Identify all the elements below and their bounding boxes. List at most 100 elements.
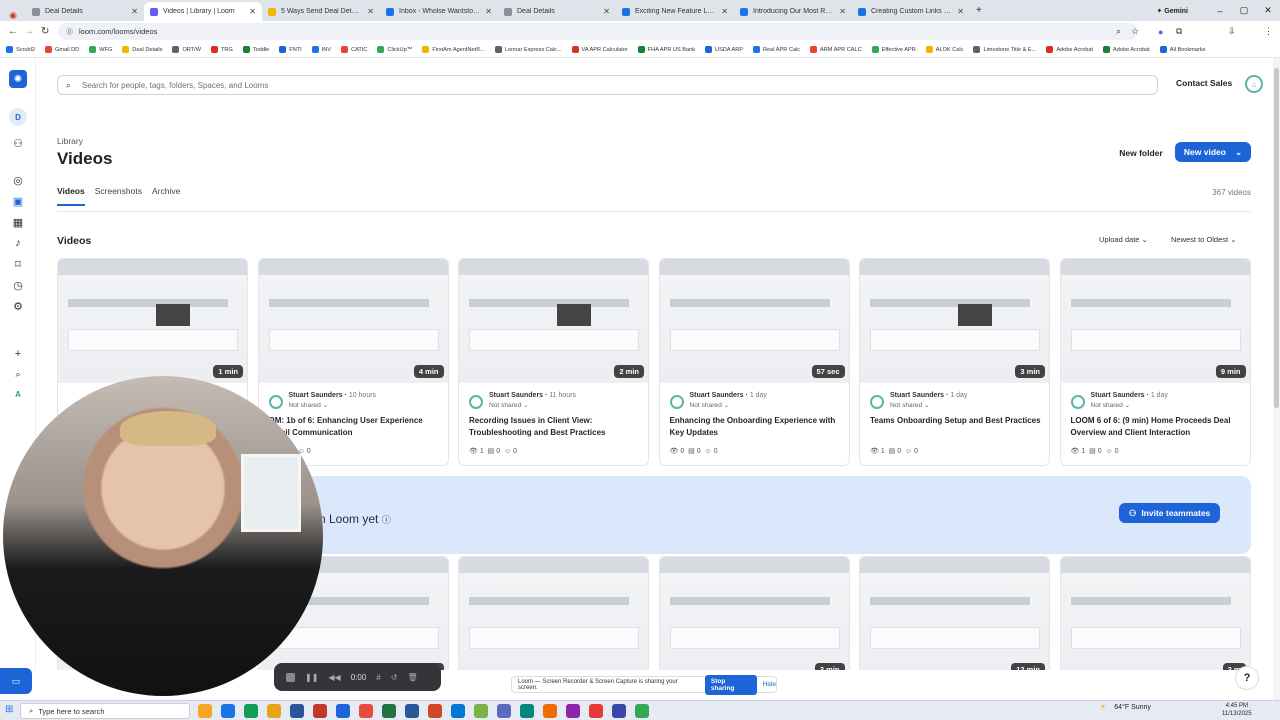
video-thumbnail[interactable]: 9 min (1060, 259, 1250, 383)
reload-icon[interactable]: ↻ (41, 26, 49, 37)
video-card[interactable]: Stuart Saunders (458, 556, 649, 670)
video-title[interactable]: Recording Issues in Client View: Trouble… (469, 415, 644, 439)
profile-icon[interactable]: ◉ (0, 10, 26, 21)
tab-videos[interactable]: Videos (57, 186, 85, 206)
bookmark-item[interactable]: WFG (89, 46, 112, 53)
taskbar-app-icon[interactable] (359, 704, 373, 718)
browser-tab[interactable]: Introducing Our Most Requeste... ✕ (734, 2, 852, 21)
taskbar-app-icon[interactable] (428, 704, 442, 718)
taskbar-app-icon[interactable] (635, 704, 649, 718)
close-tab-icon[interactable]: ✕ (249, 7, 256, 16)
tab-archive[interactable]: Archive (152, 186, 180, 206)
extension-icon[interactable]: ● (1158, 27, 1163, 37)
taskbar-app-icon[interactable] (405, 704, 419, 718)
search-input[interactable]: ⌕ Search for people, tags, folders, Spac… (57, 75, 1158, 95)
video-thumbnail[interactable]: 4 min (258, 259, 448, 383)
author-avatar[interactable] (870, 395, 884, 409)
scrollbar-thumb[interactable] (1274, 68, 1279, 408)
bookmark-item[interactable]: ARM APR CALC (810, 46, 862, 53)
taskbar-app-icon[interactable] (221, 704, 235, 718)
author-avatar[interactable] (268, 395, 283, 409)
minimize-icon[interactable]: – (1208, 6, 1232, 16)
help-button[interactable]: ? (1235, 666, 1259, 690)
stop-sharing-button[interactable]: Stop sharing (704, 674, 757, 695)
bookmark-item[interactable]: Real APR Calc (753, 46, 800, 53)
close-tab-icon[interactable]: ✕ (721, 7, 728, 16)
taskbar-search[interactable]: ⌕ Type here to search (20, 703, 190, 719)
taskbar-app-icon[interactable] (612, 704, 626, 718)
browser-tab[interactable]: Exciting New Feature Launch: S... ✕ (616, 2, 734, 21)
close-tab-icon[interactable]: ✕ (131, 7, 138, 16)
video-author[interactable]: Stuart Saunders · 1 day (690, 392, 767, 399)
bookmark-item[interactable]: INV (311, 46, 331, 53)
library-icon[interactable]: ▣ (9, 192, 27, 210)
draw-icon[interactable]: # (376, 673, 380, 682)
bookmark-item[interactable]: Deal Details (122, 46, 162, 53)
close-tab-icon[interactable]: ✕ (367, 7, 374, 16)
trash-icon[interactable]: 🗑 (407, 673, 417, 682)
bookmark-item[interactable]: Adobe Acrobat (1046, 46, 1093, 53)
video-title[interactable]: OM: 1b of 6: Enhancing User Experience E… (269, 415, 444, 439)
bookmark-item[interactable]: TRG (211, 46, 233, 53)
add-icon[interactable]: + (9, 345, 27, 363)
close-tab-icon[interactable]: ✕ (485, 7, 492, 16)
new-folder-button[interactable]: New folder (1114, 144, 1168, 162)
back-icon[interactable]: ← (8, 26, 18, 37)
bookmark-item[interactable]: CATIC (341, 46, 367, 53)
taskbar-app-icon[interactable] (543, 704, 557, 718)
stop-record-icon[interactable] (286, 672, 295, 682)
new-video-button[interactable]: New video ⌄ (1175, 142, 1251, 162)
close-icon[interactable]: ✕ (1256, 5, 1280, 16)
video-card[interactable]: 2 min Stuart Saunders · 11 hours Not share… (458, 258, 649, 466)
bookmark-item[interactable]: ALOK Calc (925, 46, 963, 53)
video-title[interactable]: Enhancing the Onboarding Experience with… (670, 415, 845, 439)
bookmark-item[interactable]: ORT/W (172, 46, 201, 53)
puzzle-icon[interactable]: ⧉ (1176, 26, 1182, 37)
address-bar[interactable]: ⓪ loom.com/looms/videos (58, 23, 1138, 40)
hide-button[interactable]: Hide (763, 681, 776, 688)
workspace-avatar[interactable]: D (9, 108, 27, 126)
contact-sales-link[interactable]: Contact Sales (1176, 78, 1232, 88)
bookmark-item[interactable]: Gmail DD (44, 46, 79, 53)
taskbar-app-icon[interactable] (198, 704, 212, 718)
cancel-icon[interactable]: ↺ (391, 673, 398, 682)
space-avatar[interactable]: A (9, 385, 27, 403)
video-thumbnail[interactable]: 3 min (659, 557, 849, 670)
close-tab-icon[interactable]: ✕ (603, 7, 610, 16)
video-title[interactable]: LOOM 6 of 6: (9 min) Home Proceeds Deal … (1071, 415, 1246, 439)
share-status[interactable]: Not shared ⌄ (890, 401, 930, 409)
restart-icon[interactable]: ◀◀ (328, 673, 340, 682)
share-status[interactable]: Not shared ⌄ (489, 401, 529, 409)
video-thumbnail[interactable]: 3 min (860, 259, 1049, 383)
notifications-icon[interactable]: ♪ (9, 234, 27, 252)
bookmark-item[interactable]: Scrubl2 (6, 46, 35, 53)
taskbar-app-icon[interactable] (566, 704, 580, 718)
menu-icon[interactable]: ⋮ (1264, 26, 1273, 37)
bookmark-item[interactable]: Toddle (242, 46, 269, 53)
author-avatar[interactable] (669, 395, 684, 409)
sort-order-dropdown[interactable]: Newest to Oldest ⌄ (1171, 235, 1236, 244)
download-icon[interactable]: ⇩ (1228, 26, 1236, 37)
video-author[interactable]: Stuart Saunders · 1 day (890, 392, 967, 399)
webcam-bubble[interactable] (3, 376, 323, 696)
bookmark-icon[interactable]: ⌑ (9, 255, 27, 273)
taskbar-app-icon[interactable] (497, 704, 511, 718)
video-author[interactable]: Stuart Saunders · 1 day (1091, 392, 1168, 399)
taskbar-app-icon[interactable] (520, 704, 534, 718)
loom-recorder-tab[interactable]: ▭ (0, 668, 32, 694)
sort-field-dropdown[interactable]: Upload date ⌄ (1099, 235, 1148, 244)
share-status[interactable]: Not shared ⌄ (690, 401, 730, 409)
breadcrumb[interactable]: Library (57, 136, 83, 146)
browser-tab[interactable]: 5 Ways Send Deal Details - Go... ✕ (262, 2, 380, 21)
video-card[interactable]: 9 min Stuart Saunders · 1 day Not shared ⌄… (1059, 258, 1251, 466)
taskbar-app-icon[interactable] (474, 704, 488, 718)
weather-text[interactable]: 64°F Sunny (1114, 704, 1151, 711)
windows-start-icon[interactable]: ⊞ (5, 704, 13, 715)
video-thumbnail[interactable]: 57 sec (659, 259, 849, 383)
bookmark-item[interactable]: Effective APR (871, 46, 916, 53)
video-card[interactable]: 57 sec Stuart Saunders · 1 day Not shared … (658, 258, 850, 466)
author-avatar[interactable] (469, 395, 483, 409)
share-status[interactable]: Not shared ⌄ (289, 401, 329, 409)
info-icon[interactable]: ⓘ (382, 515, 391, 525)
video-thumbnail[interactable]: 2 m (1060, 557, 1250, 670)
